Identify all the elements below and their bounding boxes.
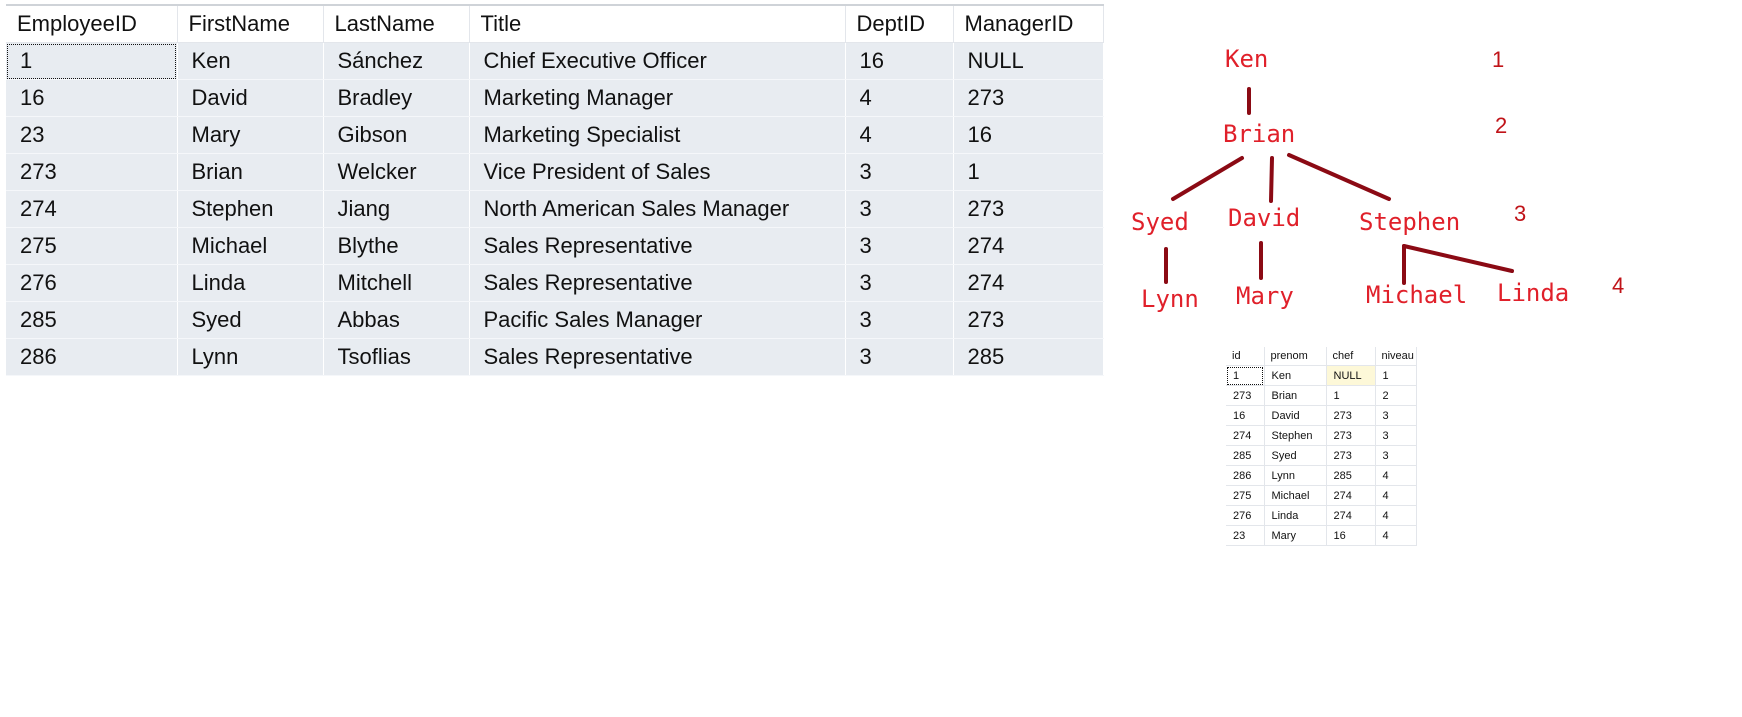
edge-stephen-linda <box>1402 244 1514 273</box>
cell[interactable]: 275 <box>1226 485 1265 506</box>
cell[interactable]: 276 <box>1226 505 1265 526</box>
level-label-2: 2 <box>1495 113 1508 138</box>
hierarchy-results-grid: id prenom chef niveau 1 Ken NULL 1 273 B… <box>1226 347 1417 546</box>
tree-node-michael: Michael <box>1366 281 1468 309</box>
col-header-id[interactable]: id <box>1226 347 1265 366</box>
cell[interactable]: 285 <box>1226 445 1265 466</box>
table-row[interactable]: 286 Lynn 285 4 <box>1226 465 1417 486</box>
edge-brian-syed <box>1171 156 1244 201</box>
cell[interactable]: 3 <box>1375 445 1417 466</box>
cell[interactable]: Linda <box>1264 505 1327 526</box>
cell[interactable]: 1 <box>1375 365 1417 386</box>
cell[interactable]: 3 <box>1375 405 1417 426</box>
table-row[interactable]: 1 Ken NULL 1 <box>1226 365 1417 386</box>
cell[interactable]: 23 <box>1226 525 1265 546</box>
col-header-chef[interactable]: chef <box>1326 347 1376 366</box>
tree-node-syed: Syed <box>1131 208 1189 236</box>
tree-node-brian: Brian <box>1223 120 1296 148</box>
cell[interactable]: 273 <box>1226 385 1265 406</box>
cell[interactable]: 2 <box>1375 385 1417 406</box>
cell[interactable]: 274 <box>1326 505 1376 526</box>
level-label-4: 4 <box>1612 273 1625 298</box>
cell[interactable]: 4 <box>1375 505 1417 526</box>
cell[interactable]: 274 <box>1326 485 1376 506</box>
cell[interactable]: 4 <box>1375 465 1417 486</box>
tree-node-david: David <box>1228 204 1301 232</box>
cell[interactable]: Stephen <box>1264 425 1327 446</box>
tree-node-lynn: Lynn <box>1141 285 1199 313</box>
table-row[interactable]: 276 Linda 274 4 <box>1226 505 1417 526</box>
cell[interactable]: Lynn <box>1264 465 1327 486</box>
hierarchy-tree-edges <box>1164 87 1514 285</box>
cell[interactable]: 273 <box>1326 405 1376 426</box>
cell[interactable]: 273 <box>1326 445 1376 466</box>
level-label-1: 1 <box>1492 47 1505 72</box>
table-row[interactable]: 275 Michael 274 4 <box>1226 485 1417 506</box>
cell[interactable]: David <box>1264 405 1327 426</box>
cell[interactable]: 1 <box>1226 365 1265 386</box>
col-header-prenom[interactable]: prenom <box>1264 347 1327 366</box>
tree-node-linda: Linda <box>1497 279 1570 307</box>
tree-node-mary: Mary <box>1236 282 1294 310</box>
table-row[interactable]: 285 Syed 273 3 <box>1226 445 1417 466</box>
col-header-niveau[interactable]: niveau <box>1375 347 1417 366</box>
level-label-3: 3 <box>1514 201 1527 226</box>
tree-node-stephen: Stephen <box>1359 208 1461 236</box>
cell[interactable]: NULL <box>1326 365 1376 386</box>
cell[interactable]: 285 <box>1326 465 1376 486</box>
cell[interactable]: 3 <box>1375 425 1417 446</box>
table-row[interactable]: 23 Mary 16 4 <box>1226 525 1417 546</box>
table-row[interactable]: 274 Stephen 273 3 <box>1226 425 1417 446</box>
cell[interactable]: 274 <box>1226 425 1265 446</box>
cell[interactable]: 273 <box>1326 425 1376 446</box>
edge-brian-david <box>1269 156 1274 203</box>
tree-node-ken: Ken <box>1225 45 1269 73</box>
cell[interactable]: 1 <box>1326 385 1376 406</box>
table-row[interactable]: 273 Brian 1 2 <box>1226 385 1417 406</box>
grid-header-row: id prenom chef niveau <box>1226 347 1417 366</box>
cell[interactable]: 286 <box>1226 465 1265 486</box>
cell[interactable]: 4 <box>1375 485 1417 506</box>
cell[interactable]: Brian <box>1264 385 1327 406</box>
cell[interactable]: Michael <box>1264 485 1327 506</box>
cell[interactable]: 16 <box>1226 405 1265 426</box>
edge-brian-stephen <box>1287 153 1391 201</box>
table-row[interactable]: 16 David 273 3 <box>1226 405 1417 426</box>
cell[interactable]: Syed <box>1264 445 1327 466</box>
cell[interactable]: 4 <box>1375 525 1417 546</box>
cell[interactable]: Mary <box>1264 525 1327 546</box>
cell[interactable]: 16 <box>1326 525 1376 546</box>
cell[interactable]: Ken <box>1264 365 1327 386</box>
